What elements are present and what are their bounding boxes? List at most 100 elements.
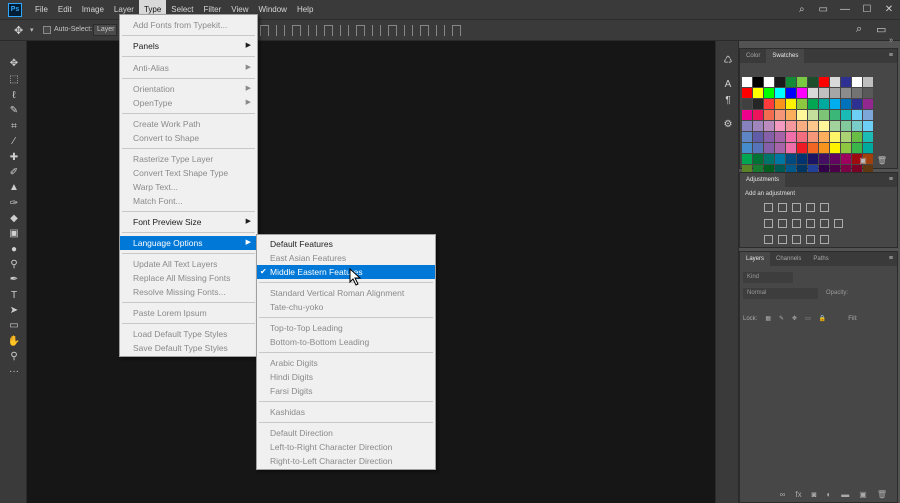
color-swatch[interactable] [786,110,796,120]
posterize-icon[interactable] [778,235,787,244]
menu-image[interactable]: Image [77,0,109,19]
color-swatch[interactable] [852,143,862,153]
eraser-tool-icon[interactable]: ◆ [7,212,21,225]
tab-layers[interactable]: Layers [740,252,771,266]
move-tool-icon[interactable]: ✥ [7,57,21,70]
menu-item-save-default-styles[interactable]: Save Default Type Styles [120,341,257,355]
color-swatch[interactable] [786,154,796,164]
color-swatch[interactable] [852,110,862,120]
curves-icon[interactable] [792,203,801,212]
color-swatch[interactable] [775,154,785,164]
color-swatch[interactable] [819,110,829,120]
color-swatch[interactable] [852,88,862,98]
auto-select-dropdown[interactable]: Layer [93,24,117,36]
menu-item-resolve-missing-fonts[interactable]: Resolve Missing Fonts... [120,285,257,299]
color-swatch[interactable] [863,121,873,131]
menu-help[interactable]: Help [292,0,318,19]
color-swatch[interactable] [852,77,862,87]
menu-item-font-preview-size[interactable]: Font Preview Size ▶ [120,215,257,229]
auto-align-icon[interactable] [452,25,461,36]
color-swatch[interactable] [764,121,774,131]
color-swatch[interactable] [786,132,796,142]
color-swatch[interactable] [808,77,818,87]
color-swatch[interactable] [841,77,851,87]
fx-icon[interactable]: fx [795,490,801,499]
color-swatch[interactable] [797,99,807,109]
color-swatch[interactable] [830,99,840,109]
distribute-left-icon[interactable] [404,25,413,36]
menu-item-anti-alias[interactable]: Anti-Alias ▶ [120,61,257,75]
distribute-middle-icon[interactable] [372,25,381,36]
menu-item-rtl-direction[interactable]: Right-to-Left Character Direction [257,454,435,468]
color-swatch[interactable] [863,88,873,98]
color-swatch[interactable] [841,132,851,142]
lasso-tool-icon[interactable]: ℓ [7,89,21,102]
color-swatch[interactable] [819,77,829,87]
color-swatch[interactable] [797,154,807,164]
dodge-tool-icon[interactable]: ⚲ [7,258,21,271]
color-swatch[interactable] [819,143,829,153]
distribute-top-icon[interactable] [356,25,365,36]
menu-item-convert-text-shape[interactable]: Convert Text Shape Type [120,166,257,180]
color-swatch[interactable] [830,110,840,120]
exposure-icon[interactable] [806,203,815,212]
color-swatch[interactable] [775,121,785,131]
color-balance-icon[interactable] [778,219,787,228]
color-swatch[interactable] [775,99,785,109]
quick-select-tool-icon[interactable]: ✎ [7,104,21,117]
distribute-center-icon[interactable] [420,25,429,36]
color-swatch[interactable] [797,121,807,131]
color-swatch[interactable] [742,110,752,120]
color-swatch[interactable] [775,88,785,98]
lock-paint-icon[interactable]: ✎ [779,315,784,322]
color-swatch[interactable] [852,132,862,142]
menu-item-east-asian-features[interactable]: East Asian Features [257,251,435,265]
maximize-button[interactable]: ☐ [856,4,878,15]
color-swatch[interactable] [841,121,851,131]
minimize-button[interactable]: — [834,4,856,15]
color-swatch[interactable] [808,121,818,131]
color-swatch[interactable] [841,99,851,109]
menu-item-kashidas[interactable]: Kashidas [257,405,435,419]
history-icon[interactable]: ♺ [722,55,734,67]
color-swatch[interactable] [852,99,862,109]
hue-saturation-icon[interactable] [764,219,773,228]
path-selection-tool-icon[interactable]: ➤ [7,304,21,317]
black-white-icon[interactable] [792,219,801,228]
brightness-icon[interactable] [764,203,773,212]
color-swatch[interactable] [764,99,774,109]
color-swatch[interactable] [742,88,752,98]
type-tool-icon[interactable]: T [7,289,21,302]
color-swatch[interactable] [753,143,763,153]
menu-item-vertical-roman-alignment[interactable]: Standard Vertical Roman Alignment [257,286,435,300]
chevron-down-icon[interactable]: ▾ [30,26,34,34]
color-swatch[interactable] [786,121,796,131]
color-swatch[interactable] [786,143,796,153]
color-swatch[interactable] [775,77,785,87]
menu-item-replace-missing-fonts[interactable]: Replace All Missing Fonts [120,271,257,285]
color-swatch[interactable] [753,110,763,120]
color-swatch[interactable] [808,88,818,98]
marquee-tool-icon[interactable]: ⬚ [7,73,21,86]
color-swatch[interactable] [797,132,807,142]
color-swatch[interactable] [863,99,873,109]
photo-filter-icon[interactable] [806,219,815,228]
panel-menu-icon[interactable]: ≡ [889,173,893,187]
menu-edit[interactable]: Edit [53,0,77,19]
search-icon[interactable]: ⌕ [799,4,805,15]
color-swatch[interactable] [841,143,851,153]
color-swatch[interactable] [841,154,851,164]
menu-item-load-default-styles[interactable]: Load Default Type Styles [120,327,257,341]
color-swatch[interactable] [797,143,807,153]
mask-icon[interactable]: ◙ [812,490,817,499]
menu-item-paste-lorem-ipsum[interactable]: Paste Lorem Ipsum [120,306,257,320]
color-swatch[interactable] [753,154,763,164]
channel-mixer-icon[interactable] [820,219,829,228]
menu-item-middle-eastern-features[interactable]: ✔ Middle Eastern Features [257,265,435,279]
color-swatch[interactable] [841,88,851,98]
tab-swatches[interactable]: Swatches [766,49,805,63]
link-layers-icon[interactable]: ∞ [780,490,786,499]
color-swatch[interactable] [819,99,829,109]
pen-tool-icon[interactable]: ✒ [7,273,21,286]
history-brush-tool-icon[interactable]: ✑ [7,197,21,210]
